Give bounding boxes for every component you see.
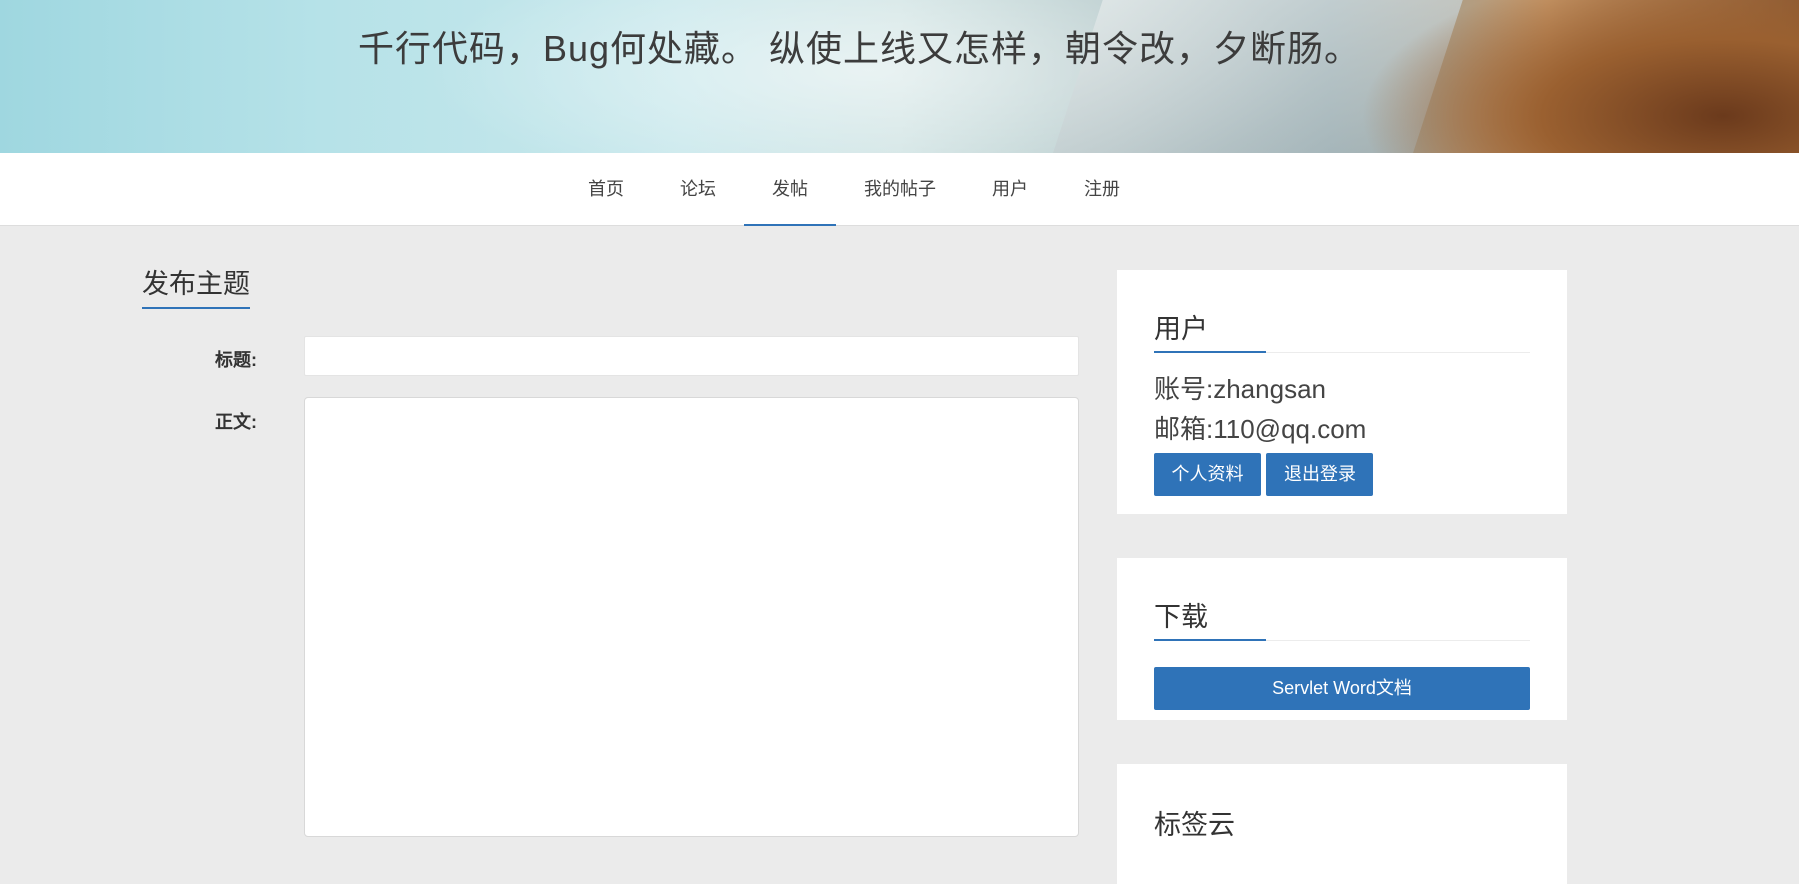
body-label: 正文: — [215, 412, 257, 432]
account-info: 账号:zhangsan — [1154, 374, 1326, 404]
user-card-title: 用户 — [1154, 313, 1266, 353]
body-textarea[interactable] — [304, 397, 1079, 837]
user-card-header: 用户 — [1154, 293, 1530, 353]
title-input[interactable] — [304, 336, 1079, 376]
tag-cloud-card-title: 标签云 — [1154, 810, 1235, 840]
tag-cloud-card: 标签云 — [1117, 764, 1567, 884]
download-card: 下载 Servlet Word文档 — [1117, 558, 1567, 720]
nav-item-home[interactable]: 首页 — [560, 153, 652, 225]
tag-cloud-card-header: 标签云 — [1154, 787, 1530, 846]
banner-slogan: 千行代码，Bug何处藏。 纵使上线又怎样，朝令改，夕断肠。 — [357, 28, 1362, 69]
nav-item-register[interactable]: 注册 — [1056, 153, 1148, 225]
download-card-title: 下载 — [1154, 601, 1266, 641]
profile-button[interactable]: 个人资料 — [1154, 453, 1261, 496]
nav-item-forum[interactable]: 论坛 — [652, 153, 744, 225]
post-form-heading: 发布主题 — [142, 262, 250, 309]
email-info: 邮箱:110@qq.com — [1154, 414, 1367, 444]
nav-item-users[interactable]: 用户 — [964, 153, 1056, 225]
download-button[interactable]: Servlet Word文档 — [1154, 667, 1530, 710]
download-card-header: 下载 — [1154, 581, 1530, 641]
title-label: 标题: — [215, 350, 257, 370]
nav-item-new-post[interactable]: 发帖 — [744, 153, 836, 226]
user-card: 用户 账号:zhangsan 邮箱:110@qq.com 个人资料 退出登录 — [1117, 270, 1567, 514]
header-banner: 千行代码，Bug何处藏。 纵使上线又怎样，朝令改，夕断肠。 — [0, 0, 1799, 153]
logout-button[interactable]: 退出登录 — [1266, 453, 1374, 496]
main-nav: 首页 论坛 发帖 我的帖子 用户 注册 — [0, 153, 1799, 226]
nav-item-my-posts[interactable]: 我的帖子 — [836, 153, 964, 225]
